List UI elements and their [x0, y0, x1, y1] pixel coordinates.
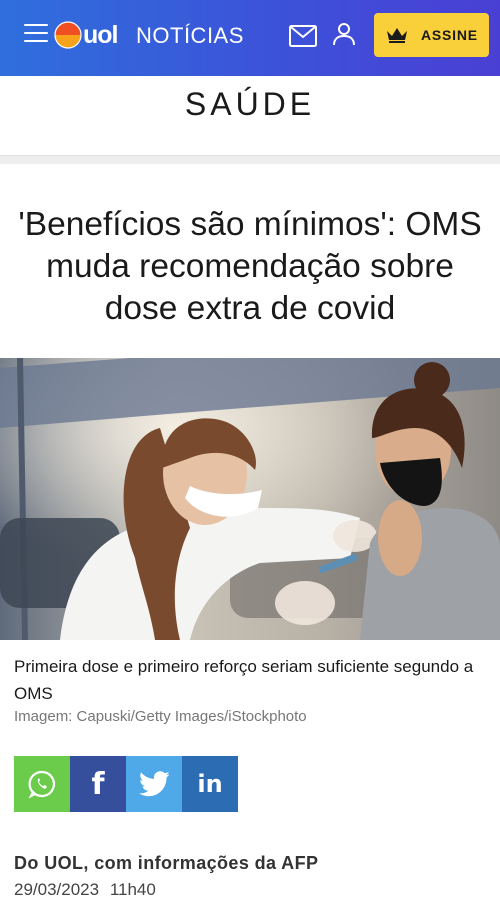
twitter-icon [139, 771, 169, 797]
facebook-icon: f [91, 766, 105, 802]
crown-icon [387, 28, 407, 43]
linkedin-icon: in [197, 770, 223, 798]
section-title[interactable]: SAÚDE [0, 86, 500, 123]
user-icon[interactable] [332, 22, 356, 46]
article-byline: Do UOL, com informações da AFP [14, 853, 319, 873]
article-dateline: 29/03/2023 11h40 [14, 880, 162, 900]
subscribe-label: ASSINE [421, 27, 478, 43]
share-whatsapp-button[interactable] [14, 756, 70, 812]
share-facebook-button[interactable]: f [70, 756, 126, 812]
image-caption: Primeira dose e primeiro reforço seriam … [14, 657, 474, 703]
top-bar: uol NOTÍCIAS ASSINE [0, 0, 500, 76]
divider [0, 156, 500, 164]
share-bar: f in [14, 756, 238, 812]
share-linkedin-button[interactable]: in [182, 756, 238, 812]
section-bar: SAÚDE [0, 76, 500, 156]
share-twitter-button[interactable] [126, 756, 182, 812]
article-headline: 'Benefícios são mínimos': OMS muda recom… [18, 206, 482, 327]
article-time: 11h40 [109, 880, 156, 899]
logo-wordmark: uol [83, 21, 118, 49]
subscribe-button[interactable]: ASSINE [374, 13, 489, 57]
uol-logo[interactable]: uol [54, 20, 118, 50]
uol-logo-ball-icon [54, 21, 82, 49]
image-credit: Imagem: Capuski/Getty Images/iStockphoto [14, 708, 307, 725]
vaccination-photo [0, 358, 500, 640]
channel-name[interactable]: NOTÍCIAS [136, 22, 244, 50]
article-image[interactable] [0, 358, 500, 640]
menu-icon[interactable] [24, 24, 48, 44]
whatsapp-icon [28, 770, 56, 799]
mail-icon[interactable] [289, 25, 317, 47]
article-date: 29/03/2023 [14, 880, 100, 899]
